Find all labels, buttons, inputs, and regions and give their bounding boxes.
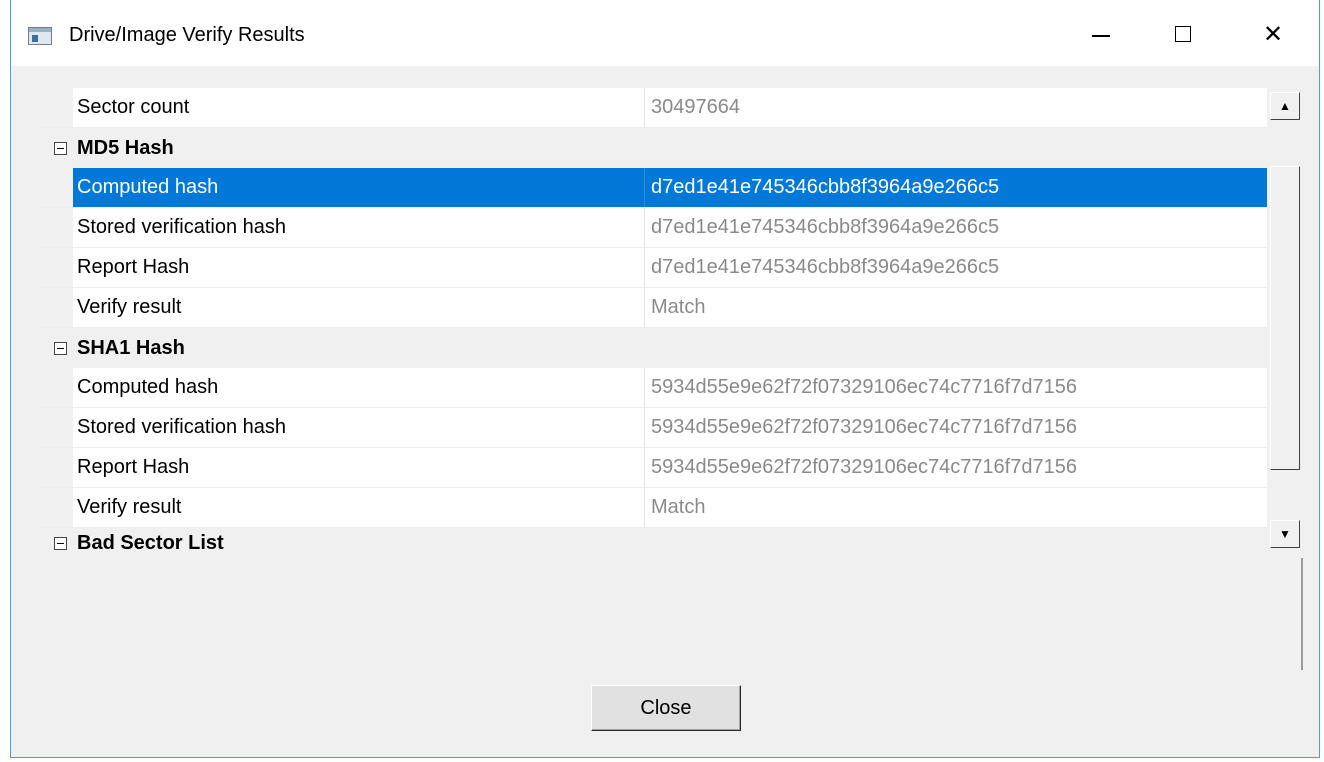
close-icon: ✕ [1262,20,1284,48]
collapse-icon[interactable] [53,141,67,155]
app-window-icon [28,27,52,45]
property-value: d7ed1e41e745346cbb8f3964a9e266c5 [651,256,1000,278]
property-name: Report Hash [73,248,645,287]
property-value: 30497664 [651,96,740,118]
property-name: Verify result [73,288,645,327]
arrow-down-icon: ▼ [1279,527,1291,541]
vertical-scrollbar[interactable]: ▲ ▼ [1267,88,1301,550]
row-gutter [37,288,73,327]
property-value: Match [651,296,706,318]
property-row[interactable]: Sector count 30497664 [37,88,1267,128]
minimize-icon [1092,35,1110,37]
close-window-button[interactable]: ✕ [1251,14,1295,54]
row-gutter [37,208,73,247]
property-name: Report Hash [73,448,645,487]
category-row[interactable]: MD5 Hash [37,128,1267,168]
property-row[interactable]: Report Hash d7ed1e41e745346cbb8f3964a9e26… [37,248,1267,288]
property-name: Stored verification hash [73,208,645,247]
property-row[interactable]: Report Hash 5934d55e9e62f72f07329106ec74c… [37,448,1267,488]
property-name: Stored verification hash [73,408,645,447]
row-gutter [37,448,73,487]
property-row[interactable]: Computed hash d7ed1e41e745346cbb8f3964a9e… [37,168,1267,208]
minimize-button[interactable] [1079,14,1123,54]
scroll-down-button[interactable]: ▼ [1270,520,1300,548]
divider-line [1301,558,1303,670]
row-gutter [37,408,73,447]
property-value: d7ed1e41e745346cbb8f3964a9e266c5 [645,168,1267,207]
property-value: 5934d55e9e62f72f07329106ec74c7716f7d7156 [651,416,1077,438]
scrollbar-thumb[interactable] [1270,166,1300,470]
row-gutter [37,328,73,368]
property-row[interactable]: Computed hash 5934d55e9e62f72f07329106ec7… [37,368,1267,408]
category-label: MD5 Hash [77,136,174,159]
category-label: Bad Sector List [77,531,224,551]
property-name: Verify result [73,488,645,527]
row-gutter [37,248,73,287]
maximize-button[interactable] [1161,14,1205,54]
category-row[interactable]: SHA1 Hash [37,328,1267,368]
title-bar[interactable]: Drive/Image Verify Results ✕ [11,0,1319,66]
scroll-up-button[interactable]: ▲ [1270,92,1300,120]
property-name: Computed hash [73,368,645,407]
close-button[interactable]: Close [591,685,741,731]
arrow-up-icon: ▲ [1279,99,1291,113]
property-row[interactable]: Verify result Match [37,488,1267,528]
row-gutter [37,488,73,527]
maximize-icon [1175,26,1191,42]
collapse-icon[interactable] [53,536,67,550]
property-value: d7ed1e41e745346cbb8f3964a9e266c5 [651,216,1000,238]
category-label: SHA1 Hash [77,336,185,359]
window-title: Drive/Image Verify Results [69,24,305,46]
property-value: 5934d55e9e62f72f07329106ec74c7716f7d7156 [651,456,1077,478]
property-value: 5934d55e9e62f72f07329106ec74c7716f7d7156 [651,376,1077,398]
property-value: Match [651,496,706,518]
property-name: Computed hash [73,168,645,207]
row-gutter [37,368,73,407]
property-row[interactable]: Stored verification hash d7ed1e41e745346c… [37,208,1267,248]
row-gutter [37,528,73,550]
property-row[interactable]: Stored verification hash 5934d55e9e62f72f… [37,408,1267,448]
row-gutter [37,88,73,127]
property-grid[interactable]: Sector count 30497664 MD5 Hash Computed has… [37,88,1267,550]
row-gutter [37,128,73,168]
property-row[interactable]: Verify result Match [37,288,1267,328]
row-gutter [37,168,73,207]
collapse-icon[interactable] [53,341,67,355]
verify-results-window: Drive/Image Verify Results ✕ Sector coun… [10,0,1320,758]
category-row[interactable]: Bad Sector List [37,528,1267,550]
property-name: Sector count [73,88,645,127]
